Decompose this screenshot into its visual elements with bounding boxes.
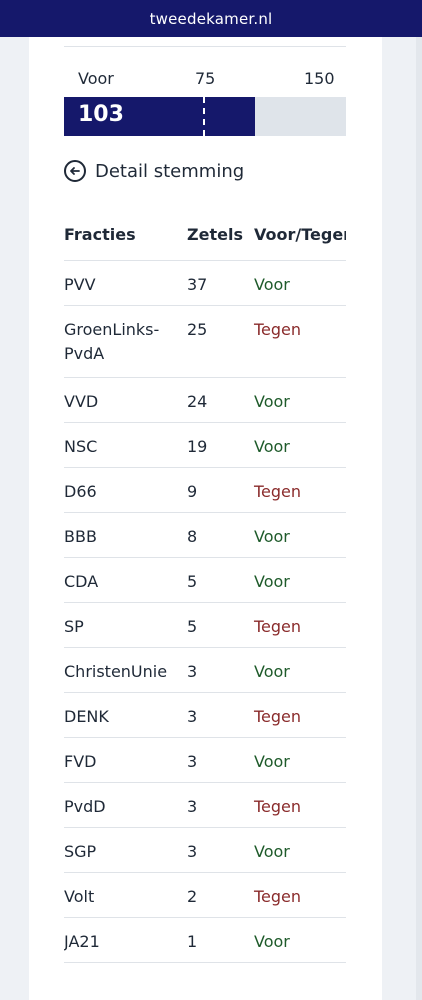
party-vote: Voor [254, 275, 290, 294]
table-row: CDA 5 Voor [64, 557, 346, 602]
divider [64, 46, 346, 47]
party-name: DENK [64, 707, 109, 726]
table-row: VVD 24 Voor [64, 377, 346, 422]
vote-card: Voor 75 150 103 Detail stemming Fracties… [29, 37, 382, 1000]
table-row: SGP 3 Voor [64, 827, 346, 872]
party-seats: 19 [187, 437, 208, 456]
party-name: GroenLinks-PvdA [64, 320, 160, 363]
party-vote: Tegen [254, 320, 302, 339]
party-name: FVD [64, 752, 97, 771]
header-fracties: Fracties [64, 225, 136, 244]
party-vote: Voor [254, 527, 290, 546]
party-seats: 25 [187, 320, 208, 339]
table-row: NSC 19 Voor [64, 422, 346, 467]
vote-result-bar: 103 [64, 97, 346, 136]
table-row: PVV 37 Voor [64, 260, 346, 305]
table-row: PvdD 3 Tegen [64, 782, 346, 827]
party-vote: Voor [254, 752, 290, 771]
party-vote: Voor [254, 662, 290, 681]
party-seats: 3 [187, 842, 198, 861]
party-vote: Voor [254, 437, 290, 456]
party-seats: 24 [187, 392, 208, 411]
party-name: SP [64, 617, 84, 636]
parties-table: PVV 37 Voor GroenLinks-PvdA 25 Tegen VVD 24 Voor… [64, 260, 346, 963]
party-seats: 5 [187, 572, 198, 591]
divider [64, 962, 346, 963]
voor-count: 103 [78, 102, 124, 127]
table-row: JA21 1 Voor [64, 917, 346, 962]
party-vote: Voor [254, 842, 290, 861]
table-row: ChristenUnie 3 Voor [64, 647, 346, 692]
header-voor-tegen: Voor/Tegen [254, 225, 346, 244]
party-seats: 9 [187, 482, 198, 501]
table-row: GroenLinks-PvdA 25 Tegen [64, 305, 346, 377]
party-name: BBB [64, 527, 97, 546]
scrollbar-track[interactable] [416, 37, 422, 1000]
detail-stemming-link[interactable]: Detail stemming [64, 157, 244, 185]
party-vote: Tegen [254, 707, 302, 726]
party-vote: Tegen [254, 887, 302, 906]
scale-label-voor: Voor [78, 69, 114, 88]
party-vote: Voor [254, 392, 290, 411]
majority-threshold-line [203, 97, 206, 136]
table-row: FVD 3 Voor [64, 737, 346, 782]
party-name: D66 [64, 482, 97, 501]
party-name: PvdD [64, 797, 106, 816]
party-vote: Tegen [254, 797, 302, 816]
party-seats: 1 [187, 932, 198, 951]
party-vote: Voor [254, 572, 290, 591]
header-zetels: Zetels [187, 225, 243, 244]
table-row: SP 5 Tegen [64, 602, 346, 647]
party-seats: 3 [187, 752, 198, 771]
party-name: CDA [64, 572, 99, 591]
party-seats: 5 [187, 617, 198, 636]
party-seats: 3 [187, 797, 198, 816]
table-header: Fracties Zetels Voor/Tegen [64, 225, 346, 261]
party-name: VVD [64, 392, 99, 411]
party-name: PVV [64, 275, 96, 294]
browser-url-bar[interactable]: tweedekamer.nl [0, 0, 422, 37]
detail-stemming-label: Detail stemming [95, 160, 245, 182]
table-row: DENK 3 Tegen [64, 692, 346, 737]
party-seats: 3 [187, 707, 198, 726]
party-vote: Tegen [254, 617, 302, 636]
arrow-left-circle-icon [64, 160, 86, 182]
right-background [382, 37, 422, 1000]
party-seats: 37 [187, 275, 208, 294]
table-row: Volt 2 Tegen [64, 872, 346, 917]
site-domain: tweedekamer.nl [149, 9, 273, 28]
table-row: BBB 8 Voor [64, 512, 346, 557]
vote-content: Voor 75 150 103 Detail stemming Fracties… [64, 37, 346, 1000]
party-seats: 3 [187, 662, 198, 681]
party-name: JA21 [64, 932, 100, 951]
table-row: D66 9 Tegen [64, 467, 346, 512]
party-seats: 8 [187, 527, 198, 546]
party-name: NSC [64, 437, 98, 456]
party-name: ChristenUnie [64, 662, 168, 681]
party-vote: Voor [254, 932, 290, 951]
party-seats: 2 [187, 887, 198, 906]
scale-label-max: 150 [304, 69, 335, 88]
party-name: Volt [64, 887, 95, 906]
party-vote: Tegen [254, 482, 302, 501]
party-name: SGP [64, 842, 97, 861]
scale-label-mid: 75 [195, 69, 216, 88]
